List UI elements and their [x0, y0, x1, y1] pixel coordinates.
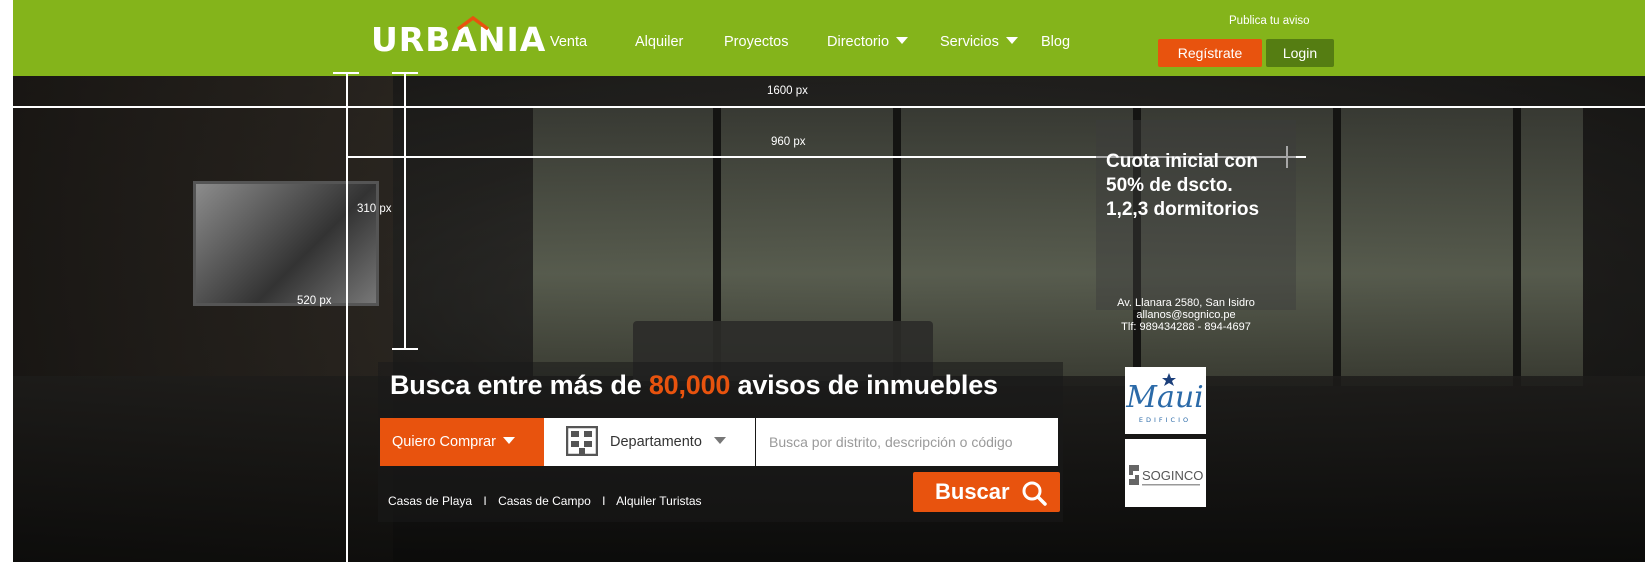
- publica-aviso-link[interactable]: Publica tu aviso: [1229, 15, 1310, 27]
- quick-link-casas-playa[interactable]: Casas de Playa: [388, 494, 472, 508]
- chevron-down-icon: [713, 437, 726, 444]
- promo-text: Cuota inicial con 50% de dscto. 1,2,3 do…: [1106, 150, 1259, 222]
- quick-link-casas-campo[interactable]: Casas de Campo: [498, 494, 591, 508]
- window-mullion: [1513, 106, 1521, 386]
- nav-venta[interactable]: Venta: [550, 34, 587, 50]
- nav-alquiler[interactable]: Alquiler: [635, 34, 683, 50]
- measure-tick: [392, 348, 418, 350]
- register-button[interactable]: Regístrate: [1158, 39, 1262, 67]
- nav-proyectos[interactable]: Proyectos: [724, 34, 788, 50]
- property-type-label: Departamento: [610, 434, 702, 450]
- promo-address: Av. Llanara 2580, San Isidro allanos@sog…: [1096, 297, 1276, 333]
- chevron-down-icon: [502, 437, 515, 444]
- login-button[interactable]: Login: [1266, 39, 1334, 67]
- search-title-post: avisos de inmuebles: [737, 370, 999, 400]
- nav-servicios-label: Servicios: [940, 34, 999, 50]
- maui-logo-sub: EDIFICIO: [1139, 416, 1191, 424]
- soginco-logo-graphic: SOGINCO: [1129, 465, 1203, 486]
- operation-label: Quiero Comprar: [392, 434, 496, 450]
- quick-link-separator: I: [483, 494, 487, 508]
- chevron-down-icon: [1005, 37, 1018, 44]
- nav-directorio-label: Directorio: [827, 34, 890, 50]
- chevron-down-icon: [896, 37, 909, 44]
- measure-line-520: [346, 72, 348, 562]
- urbania-logo[interactable]: URBANIA: [371, 16, 546, 60]
- measure-label-520: 520 px: [297, 295, 332, 307]
- search-title-pre: Busca entre más de: [390, 370, 642, 400]
- search-icon: [1022, 481, 1047, 506]
- maui-logo[interactable]: Maui EDIFICIO: [1125, 367, 1206, 434]
- measure-line-1600: [13, 106, 1645, 108]
- search-button-label: Buscar: [935, 479, 1010, 504]
- promo-line: Cuota inicial con: [1106, 151, 1259, 172]
- soginco-logo[interactable]: SOGINCO: [1125, 439, 1206, 507]
- maui-logo-graphic: Maui EDIFICIO: [1125, 373, 1204, 424]
- address-email: allanos@sognico.pe: [1136, 309, 1236, 321]
- building-icon: [566, 426, 598, 456]
- measure-tick: [392, 72, 418, 74]
- roof-icon: [456, 16, 490, 30]
- nav-blog[interactable]: Blog: [1041, 34, 1070, 50]
- measure-label-960: 960 px: [771, 136, 806, 148]
- site-header: URBANIA Venta Alquiler Proyectos Directo…: [13, 0, 1645, 76]
- page-frame: URBANIA Venta Alquiler Proyectos Directo…: [13, 0, 1645, 562]
- promo-line: 1,2,3 dormitorios: [1106, 199, 1260, 220]
- measure-label-1600: 1600 px: [767, 85, 808, 97]
- search-input[interactable]: [756, 418, 1058, 466]
- search-title: Busca entre más de 80,000 avisos de inmu…: [390, 370, 998, 401]
- quick-link-alquiler-turistas[interactable]: Alquiler Turistas: [616, 494, 701, 508]
- measure-tick: [333, 72, 359, 74]
- window-mullion: [1333, 106, 1341, 386]
- quick-link-separator: I: [602, 494, 606, 508]
- measure-line-310: [404, 72, 406, 349]
- hero-tv: [193, 181, 379, 306]
- nav-servicios[interactable]: Servicios: [940, 34, 1018, 50]
- soginco-logo-text: SOGINCO: [1142, 468, 1203, 483]
- quick-links: Casas de Playa I Casas de Campo I Alquil…: [388, 494, 702, 508]
- measure-label-310: 310 px: [357, 203, 392, 215]
- operation-dropdown[interactable]: Quiero Comprar: [380, 418, 544, 466]
- address-phone: Tlf: 989434288 - 894-4697: [1121, 321, 1251, 333]
- address-street: Av. Llanara 2580, San Isidro: [1117, 297, 1255, 309]
- nav-directorio[interactable]: Directorio: [827, 34, 909, 50]
- promo-line: 50% de dscto.: [1106, 175, 1233, 196]
- search-title-count: 80,000: [648, 370, 731, 400]
